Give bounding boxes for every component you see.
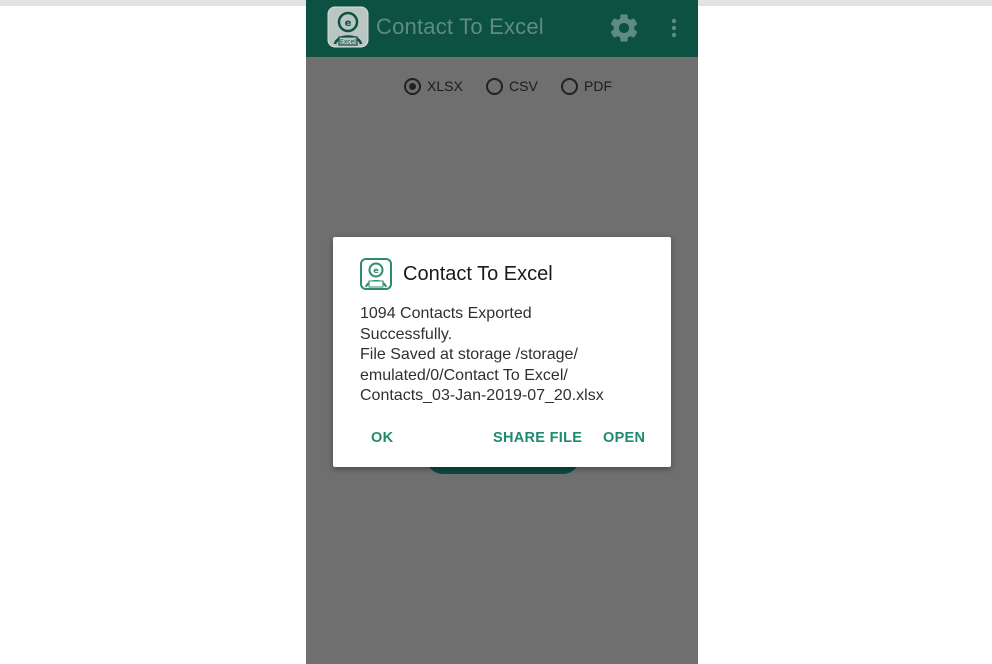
radio-label-xlsx: XLSX [427,78,463,94]
dialog-message-line: File Saved at storage /storage/ [360,346,578,363]
contact-excel-app-icon: e [360,258,392,290]
export-success-dialog: e Contact To Excel 1094 Contacts Exporte… [333,237,671,467]
app-title: Contact To Excel [376,14,544,39]
svg-text:e: e [345,18,352,29]
radio-button-checked[interactable] [404,77,421,95]
dialog-message: 1094 Contacts Exported Successfully. Fil… [360,304,660,407]
share-file-button[interactable]: SHARE FILE [493,430,582,446]
svg-text:Excel: Excel [340,39,356,46]
radio-button[interactable] [486,77,503,95]
open-button[interactable]: OPEN [603,430,645,446]
radio-label-csv: CSV [509,78,538,94]
radio-option-csv[interactable]: CSV [486,74,538,98]
radio-button[interactable] [561,77,578,95]
more-vert-icon[interactable] [664,16,684,40]
dialog-message-line: emulated/0/Contact To Excel/ [360,366,568,384]
dialog-message-line: Contacts_03-Jan-2019-07_20.xlsx [360,387,604,404]
radio-option-xlsx[interactable]: XLSX [404,74,463,98]
svg-text:e: e [373,266,379,275]
contact-excel-app-icon: e Excel [327,6,369,48]
app-bar: e Excel Contact To Excel [306,0,698,57]
dialog-title: Contact To Excel [403,263,553,285]
ok-button[interactable]: OK [371,430,393,446]
radio-option-pdf[interactable]: PDF [561,74,612,98]
export-format-group: XLSX CSV PDF [306,74,698,100]
dialog-message-line: 1094 Contacts Exported [360,305,532,322]
dialog-message-line: Successfully. [360,325,453,343]
gear-icon[interactable] [607,11,641,45]
radio-label-pdf: PDF [584,78,612,94]
